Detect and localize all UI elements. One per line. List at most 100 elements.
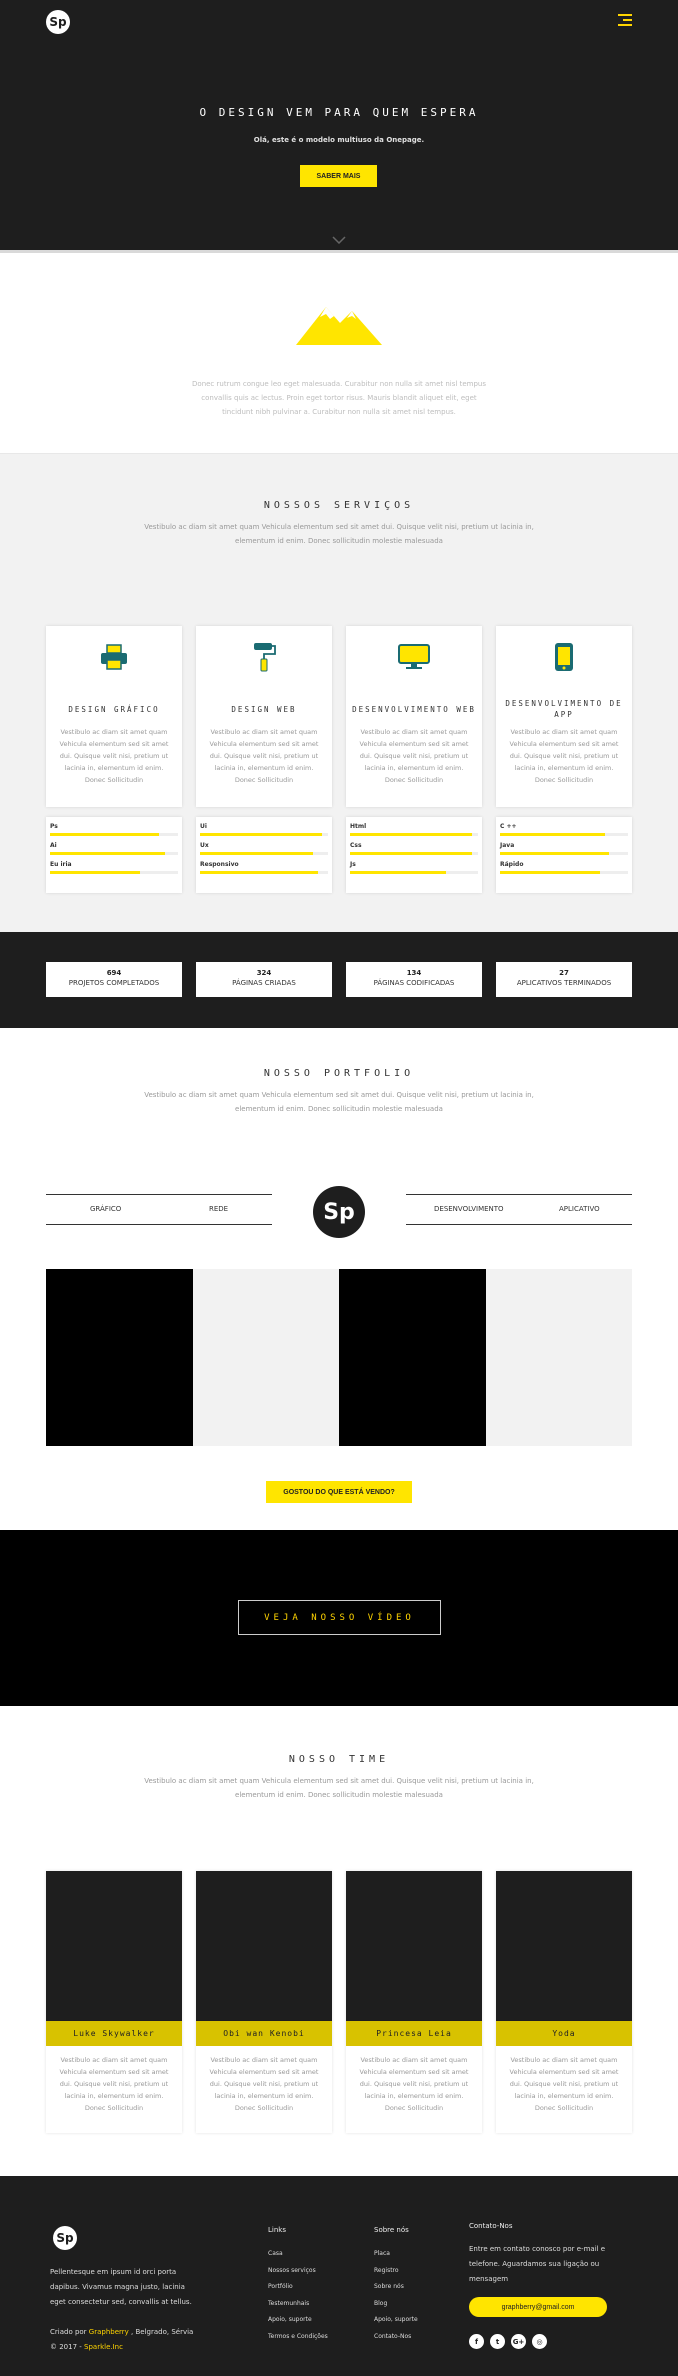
- chevron-down-icon[interactable]: [332, 236, 346, 244]
- team-description: Vestibulo ac diam sit amet quam Vehicula…: [144, 1777, 534, 1799]
- skill-item: Ui: [200, 823, 328, 836]
- printer-icon: [101, 644, 127, 670]
- social-links: f t G+ ◎: [469, 2334, 619, 2349]
- footer-logo[interactable]: Sp: [53, 2226, 77, 2250]
- skill-item: Eu iria: [50, 861, 178, 874]
- skill-item: Css: [350, 842, 478, 855]
- filter-development[interactable]: DESENVOLVIMENTO: [434, 1205, 504, 1213]
- skill-label: Ai: [50, 842, 57, 849]
- skill-card: C ++ Java Rápido: [496, 817, 632, 893]
- skill-bar-fill: [50, 852, 166, 855]
- skill-bar-fill: [350, 871, 446, 874]
- footer-link[interactable]: Sobre nós: [374, 2279, 418, 2296]
- skill-card: Html Css Js: [346, 817, 482, 893]
- footer-link[interactable]: Casa: [268, 2246, 328, 2263]
- copyright-prefix: © 2017 -: [50, 2343, 82, 2351]
- counter-number: 694: [106, 969, 122, 977]
- counter-row: 694 PROJETOS COMPLETADOS 324 PÁGINAS CRIAD…: [46, 962, 632, 997]
- member-bio: Vestibulo ac diam sit amet quam Vehicula…: [509, 2056, 619, 2112]
- portfolio-section: NOSSO PORTFOLIO Vestibulo ac diam sit am…: [0, 1028, 678, 1530]
- member-photo: [346, 1871, 482, 2021]
- service-cards: DESIGN GRÁFICO Vestibulo ac diam sit ame…: [46, 626, 632, 807]
- twitter-icon[interactable]: t: [490, 2334, 505, 2349]
- footer-link[interactable]: Portfólio: [268, 2279, 328, 2296]
- footer-about-title: Sobre nós: [374, 2226, 409, 2234]
- counter-number: 134: [406, 969, 422, 977]
- footer-link[interactable]: Registro: [374, 2263, 418, 2280]
- services-section: NOSSOS SERVIÇOS Vestibulo ac diam sit am…: [0, 453, 678, 932]
- portfolio-item[interactable]: [46, 1269, 193, 1446]
- skill-label: Js: [350, 861, 356, 868]
- footer-link[interactable]: Nossos serviços: [268, 2263, 328, 2280]
- footer-link[interactable]: Apoio, suporte: [374, 2312, 418, 2329]
- service-title: DESENVOLVIMENTO DE APP: [505, 699, 623, 719]
- skill-label: Ui: [200, 823, 207, 830]
- skill-item: C ++: [500, 823, 628, 836]
- counter-box: 27 APLICATIVOS TERMINADOS: [496, 962, 632, 997]
- hero-subtitle: Olá, este é o modelo multiuso da Onepage…: [253, 136, 425, 144]
- google-plus-icon[interactable]: G+: [511, 2334, 526, 2349]
- service-card: DESENVOLVIMENTO DE APP Vestibulo ac diam…: [496, 626, 632, 807]
- footer-link[interactable]: Placa: [374, 2246, 418, 2263]
- portfolio-item[interactable]: [485, 1269, 632, 1446]
- member-bio: Vestibulo ac diam sit amet quam Vehicula…: [359, 2056, 469, 2112]
- skill-item: Ai: [50, 842, 178, 855]
- skill-label: Html: [350, 823, 367, 830]
- skill-bar: [500, 852, 628, 855]
- services-title: NOSSOS SERVIÇOS: [263, 500, 415, 511]
- instagram-icon[interactable]: ◎: [532, 2334, 547, 2349]
- team-member-card: Princesa Leia Vestibulo ac diam sit amet …: [346, 1871, 482, 2133]
- learn-more-button[interactable]: SABER MAIS: [300, 165, 377, 187]
- hero-title: O DESIGN VEM PARA QUEM ESPERA: [199, 106, 479, 119]
- service-text: Vestibulo ac diam sit amet quam Vehicula…: [209, 728, 319, 784]
- intro-section: Donec rutrum congue leo eget malesuada. …: [0, 253, 678, 453]
- footer-link[interactable]: Contato-Nos: [374, 2329, 418, 2346]
- portfolio-item[interactable]: [339, 1269, 486, 1446]
- like-what-you-see-button[interactable]: GOSTOU DO QUE ESTÁ VENDO?: [266, 1481, 412, 1503]
- service-card: DESENVOLVIMENTO WEB Vestibulo ac diam si…: [346, 626, 482, 807]
- service-card: DESIGN WEB Vestibulo ac diam sit amet qu…: [196, 626, 332, 807]
- service-title: DESIGN GRÁFICO: [68, 704, 160, 714]
- filter-app[interactable]: APLICATIVO: [559, 1205, 600, 1213]
- skill-bar-fill: [350, 852, 472, 855]
- divider: [406, 1224, 632, 1225]
- sparkle-link[interactable]: Sparkle.Inc: [84, 2343, 123, 2351]
- filter-graphic[interactable]: GRÁFICO: [90, 1205, 121, 1213]
- skill-bar-fill: [500, 871, 600, 874]
- counter-number: 27: [559, 969, 569, 977]
- skill-card: Ps Ai Eu iria: [46, 817, 182, 893]
- filter-web[interactable]: REDE: [209, 1205, 228, 1213]
- graphberry-link[interactable]: Graphberry: [89, 2328, 129, 2336]
- service-title: DESENVOLVIMENTO WEB: [352, 704, 476, 714]
- team-section: NOSSO TIME Vestibulo ac diam sit amet qu…: [0, 1706, 678, 2176]
- credit-prefix: Criado por: [50, 2328, 87, 2336]
- facebook-icon[interactable]: f: [469, 2334, 484, 2349]
- crossed-axes-icon: [323, 454, 355, 488]
- counter-box: 694 PROJETOS COMPLETADOS: [46, 962, 182, 997]
- footer-about-text: Pellentesque em ipsum id orci porta dapi…: [50, 2268, 192, 2306]
- service-text: Vestibulo ac diam sit amet quam Vehicula…: [509, 728, 619, 784]
- skill-item: Ux: [200, 842, 328, 855]
- divider: [406, 1194, 632, 1195]
- footer-link[interactable]: Blog: [374, 2296, 418, 2313]
- skill-label: Java: [500, 842, 515, 849]
- footer-link[interactable]: Apoio, suporte: [268, 2312, 328, 2329]
- skill-item: Html: [350, 823, 478, 836]
- member-name: Luke Skywalker: [46, 2021, 182, 2046]
- email-button[interactable]: graphberry@gmail.com: [469, 2297, 607, 2317]
- footer-link[interactable]: Termos e Condições: [268, 2329, 328, 2346]
- menu-icon[interactable]: [618, 14, 632, 29]
- logo[interactable]: Sp: [46, 10, 70, 34]
- skill-item: Responsivo: [200, 861, 328, 874]
- watch-video-button[interactable]: VEJA NOSSO VÍDEO: [238, 1600, 441, 1635]
- portfolio-item[interactable]: [192, 1269, 339, 1446]
- skill-bar: [200, 852, 328, 855]
- skill-bar-fill: [350, 833, 472, 836]
- skill-item: Java: [500, 842, 628, 855]
- skill-label: Responsivo: [200, 861, 239, 868]
- skill-bar-fill: [200, 852, 313, 855]
- footer-link[interactable]: Testemunhais: [268, 2296, 328, 2313]
- footer-links-title: Links: [268, 2226, 286, 2234]
- skill-label: Ps: [50, 823, 58, 830]
- crossed-axes-icon: [323, 1028, 355, 1056]
